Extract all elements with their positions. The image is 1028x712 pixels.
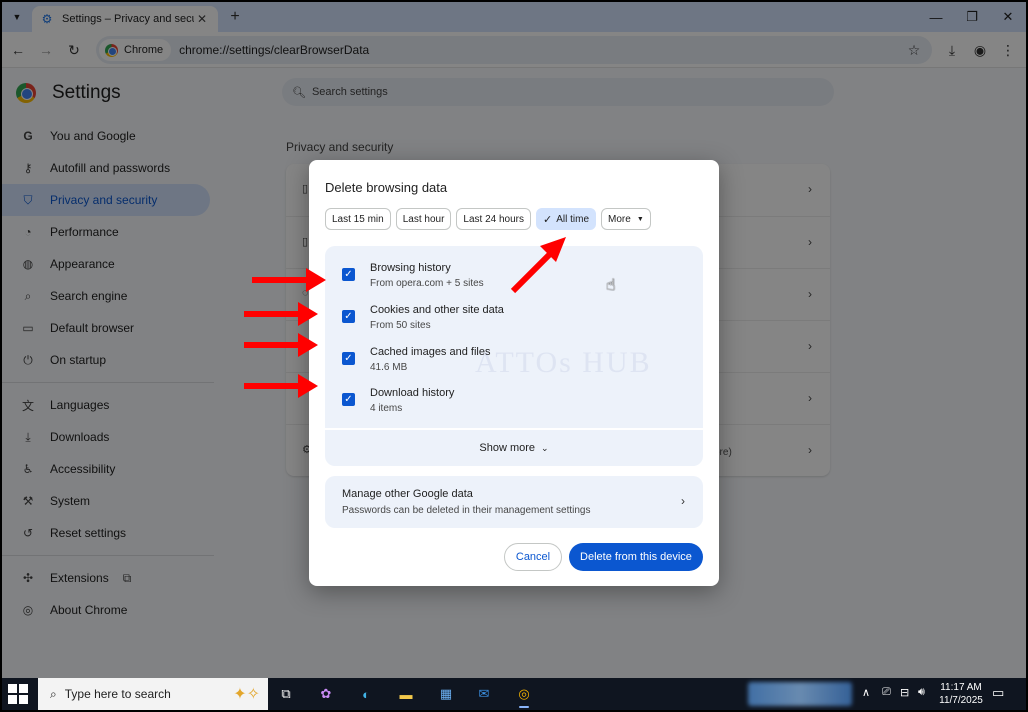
hand-cursor-icon: ☝	[606, 277, 616, 294]
dialog-title: Delete browsing data	[325, 180, 448, 195]
file-explorer-icon[interactable]: ▬	[392, 682, 420, 706]
chip-all-time[interactable]: ✓ All time	[536, 208, 597, 230]
taskbar-search-input[interactable]: ⌕ Type here to search ✦✧	[38, 678, 268, 710]
store-icon[interactable]: ▦	[432, 682, 460, 706]
taskbar-clock[interactable]: 11:17 AM 11/7/2025	[938, 681, 984, 707]
caret-down-icon: ▼	[636, 215, 644, 223]
meet-icon[interactable]: ⎚	[882, 686, 891, 699]
list-item-cookies[interactable]: ✓ Cookies and other site data From 50 si…	[325, 296, 703, 336]
list-item-cached-images[interactable]: ✓ Cached images and files 41.6 MB	[325, 338, 703, 378]
task-view-icon[interactable]: ⧉	[272, 682, 300, 706]
volume-icon[interactable]: 🔊︎	[918, 686, 925, 699]
list-item-download-history[interactable]: ✓ Download history 4 items	[325, 379, 703, 419]
windows-taskbar: ⌕ Type here to search ✦✧ ⧉ ✿ ◐ ▬ ▦ ✉ ◎ ∧…	[2, 678, 1026, 710]
checkbox-cookies[interactable]: ✓	[342, 310, 355, 323]
search-icon: ⌕	[50, 686, 57, 701]
chip-last-24-hours[interactable]: Last 24 hours	[456, 208, 532, 230]
data-type-list: ATTOs HUB ✓ Browsing history From opera.…	[325, 246, 703, 428]
chevron-down-icon: ⌄	[541, 442, 549, 453]
checkbox-cached-images[interactable]: ✓	[342, 352, 355, 365]
checkmark-icon: ✓	[543, 213, 553, 226]
chrome-taskbar-icon[interactable]: ◎	[510, 682, 538, 708]
time-range-chips: Last 15 min Last hour Last 24 hours ✓ All…	[325, 208, 656, 230]
delete-from-device-button[interactable]: Delete from this device	[569, 543, 703, 571]
cancel-button[interactable]: Cancel	[504, 543, 562, 571]
show-more-button[interactable]: Show more ⌄	[325, 430, 703, 466]
network-icon[interactable]: ⊟	[900, 686, 909, 699]
checkbox-download-history[interactable]: ✓	[342, 393, 355, 406]
edge-icon[interactable]: ◐	[352, 682, 380, 706]
chip-last-hour[interactable]: Last hour	[395, 208, 452, 230]
outlook-icon[interactable]: ✉	[470, 682, 498, 706]
windows-start-button[interactable]	[8, 684, 28, 704]
manage-google-data-row[interactable]: Manage other Google data Passwords can b…	[325, 476, 703, 528]
chevron-right-icon: ›	[681, 494, 685, 508]
sparkle-icon: ✦✧	[233, 686, 260, 703]
chevron-up-icon[interactable]: ∧	[862, 686, 870, 699]
list-item-browsing-history[interactable]: ✓ Browsing history From opera.com + 5 si…	[325, 254, 703, 294]
chip-more-dropdown[interactable]: More ▼	[601, 208, 651, 230]
delete-browsing-data-dialog: Delete browsing data Last 15 min Last ho…	[309, 160, 719, 586]
browser-window: ▼ ⚙ Settings – Privacy and security ✕ + …	[2, 2, 1026, 678]
notification-icon[interactable]: ▭	[992, 685, 1004, 701]
checkbox-browsing-history[interactable]: ✓	[342, 268, 355, 281]
chip-last-15-min[interactable]: Last 15 min	[325, 208, 391, 230]
blurred-region	[748, 682, 852, 706]
copilot-icon[interactable]: ✿	[312, 682, 340, 706]
